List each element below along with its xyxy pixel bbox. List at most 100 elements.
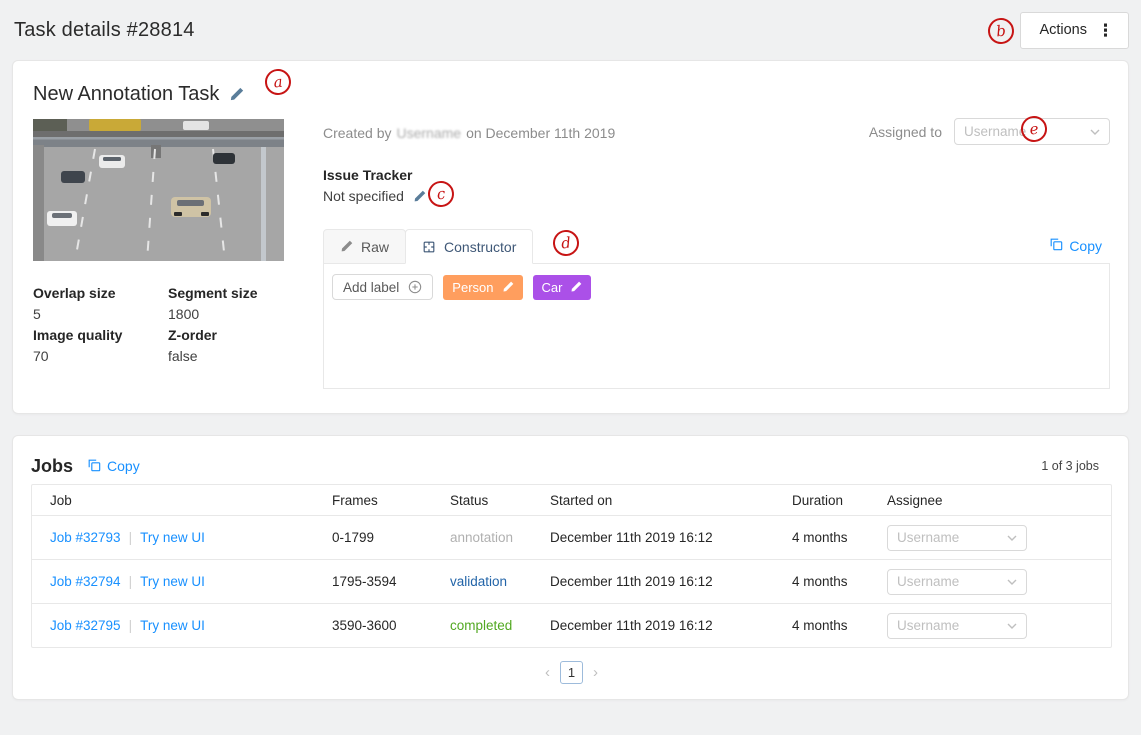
separator: | bbox=[129, 574, 133, 589]
jobs-title: Jobs bbox=[31, 456, 73, 477]
column-frames: Frames bbox=[332, 493, 450, 508]
job-duration: 4 months bbox=[792, 574, 887, 589]
job-duration: 4 months bbox=[792, 530, 887, 545]
job-duration: 4 months bbox=[792, 618, 887, 633]
job-link[interactable]: Job #32795 bbox=[50, 618, 121, 633]
param-value: false bbox=[168, 346, 257, 367]
task-parameters: Overlap size Segment size 5 1800 Image q… bbox=[33, 283, 257, 367]
chevron-down-icon bbox=[1007, 579, 1017, 585]
column-started-on: Started on bbox=[550, 493, 792, 508]
separator: | bbox=[129, 530, 133, 545]
job-assignee-select[interactable]: Username bbox=[887, 525, 1027, 551]
jobs-table: Job Frames Status Started on Duration As… bbox=[31, 484, 1112, 648]
task-assignee-select[interactable]: Username bbox=[954, 118, 1110, 145]
param-label: Segment size bbox=[168, 283, 257, 304]
column-assignee: Assignee bbox=[887, 493, 1111, 508]
assigned-to-row: Assigned to Username bbox=[869, 118, 1110, 145]
traffic-scene-illustration bbox=[33, 119, 284, 261]
task-assignee-value: Username bbox=[964, 124, 1026, 139]
edit-label-icon[interactable] bbox=[570, 281, 582, 293]
chevron-down-icon bbox=[1007, 623, 1017, 629]
label-tag-person[interactable]: Person bbox=[443, 275, 522, 300]
job-link[interactable]: Job #32793 bbox=[50, 530, 121, 545]
try-new-ui-link[interactable]: Try new UI bbox=[140, 574, 205, 589]
copy-labels-text: Copy bbox=[1069, 238, 1102, 254]
label-tag-person-name: Person bbox=[452, 280, 493, 295]
actions-button-label: Actions bbox=[1039, 22, 1087, 38]
edit-issue-tracker-icon[interactable] bbox=[413, 190, 426, 203]
job-row: Job #32793 | Try new UI 0-1799 annotatio… bbox=[32, 515, 1111, 559]
task-name-row: New Annotation Task bbox=[33, 83, 244, 106]
job-started-on: December 11th 2019 16:12 bbox=[550, 574, 792, 589]
param-label: Overlap size bbox=[33, 283, 168, 304]
tab-constructor-label: Constructor bbox=[444, 239, 516, 255]
created-by-user: Username bbox=[396, 125, 461, 141]
job-frames: 0-1799 bbox=[332, 530, 450, 545]
jobs-count: 1 of 3 jobs bbox=[1041, 459, 1099, 473]
job-assignee-value: Username bbox=[897, 530, 959, 545]
jobs-table-header: Job Frames Status Started on Duration As… bbox=[32, 485, 1111, 515]
copy-jobs-link[interactable]: Copy bbox=[87, 458, 140, 475]
column-job: Job bbox=[50, 493, 332, 508]
separator: | bbox=[129, 618, 133, 633]
param-value: 70 bbox=[33, 346, 168, 367]
jobs-header: Jobs Copy 1 of 3 jobs bbox=[31, 452, 1099, 480]
param-label: Image quality bbox=[33, 325, 168, 346]
label-tag-car-name: Car bbox=[542, 280, 563, 295]
label-tag-car[interactable]: Car bbox=[533, 275, 592, 300]
tab-constructor[interactable]: Constructor bbox=[405, 229, 533, 264]
labels-tabs: Raw Constructor bbox=[323, 229, 532, 264]
job-row: Job #32795 | Try new UI 3590-3600 comple… bbox=[32, 603, 1111, 647]
task-details-card: New Annotation Task bbox=[12, 60, 1129, 414]
job-assignee-select[interactable]: Username bbox=[887, 613, 1027, 639]
add-label-button[interactable]: Add label bbox=[332, 274, 433, 300]
tab-raw-label: Raw bbox=[361, 239, 389, 255]
block-icon bbox=[422, 240, 436, 254]
issue-tracker-label: Issue Tracker bbox=[323, 167, 413, 183]
param-label: Z-order bbox=[168, 325, 257, 346]
pagination-page-1[interactable]: 1 bbox=[560, 661, 583, 684]
created-by-line: Created by Username on December 11th 201… bbox=[323, 125, 615, 141]
created-by-prefix: Created by bbox=[323, 125, 391, 141]
try-new-ui-link[interactable]: Try new UI bbox=[140, 530, 205, 545]
issue-tracker-value: Not specified bbox=[323, 188, 404, 204]
pagination-prev-button[interactable]: ‹ bbox=[545, 665, 550, 680]
label-constructor-panel: Add label Person Car bbox=[323, 263, 1110, 389]
issue-tracker-value-row: Not specified bbox=[323, 188, 426, 204]
chevron-down-icon bbox=[1090, 129, 1100, 135]
tab-raw[interactable]: Raw bbox=[323, 229, 406, 264]
job-status: validation bbox=[450, 574, 550, 589]
column-duration: Duration bbox=[792, 493, 887, 508]
column-status: Status bbox=[450, 493, 550, 508]
more-vertical-icon: ⋮ bbox=[1097, 22, 1114, 39]
edit-task-name-icon[interactable] bbox=[229, 87, 244, 102]
jobs-pagination: ‹ 1 › bbox=[31, 661, 1112, 684]
job-started-on: December 11th 2019 16:12 bbox=[550, 530, 792, 545]
job-assignee-value: Username bbox=[897, 574, 959, 589]
page-title: Task details #28814 bbox=[14, 19, 195, 42]
actions-button[interactable]: Actions ⋮ bbox=[1020, 12, 1129, 49]
job-frames: 3590-3600 bbox=[332, 618, 450, 633]
edit-label-icon[interactable] bbox=[502, 281, 514, 293]
job-row: Job #32794 | Try new UI 1795-3594 valida… bbox=[32, 559, 1111, 603]
task-name: New Annotation Task bbox=[33, 83, 219, 106]
add-label-text: Add label bbox=[343, 280, 399, 295]
job-status: completed bbox=[450, 618, 550, 633]
job-started-on: December 11th 2019 16:12 bbox=[550, 618, 792, 633]
copy-labels-link[interactable]: Copy bbox=[1049, 237, 1102, 254]
pencil-icon bbox=[340, 240, 353, 253]
top-bar: Task details #28814 Actions ⋮ bbox=[14, 10, 1129, 50]
copy-icon bbox=[87, 458, 101, 475]
labels-row: Add label Person Car bbox=[332, 274, 1101, 300]
job-frames: 1795-3594 bbox=[332, 574, 450, 589]
plus-circle-icon bbox=[408, 280, 422, 294]
try-new-ui-link[interactable]: Try new UI bbox=[140, 618, 205, 633]
pagination-next-button[interactable]: › bbox=[593, 665, 598, 680]
param-value: 1800 bbox=[168, 304, 257, 325]
job-assignee-select[interactable]: Username bbox=[887, 569, 1027, 595]
jobs-card: Jobs Copy 1 of 3 jobs Job Frames Status … bbox=[12, 435, 1129, 700]
job-status: annotation bbox=[450, 530, 550, 545]
copy-icon bbox=[1049, 237, 1063, 254]
created-by-suffix: on December 11th 2019 bbox=[466, 125, 615, 141]
job-link[interactable]: Job #32794 bbox=[50, 574, 121, 589]
